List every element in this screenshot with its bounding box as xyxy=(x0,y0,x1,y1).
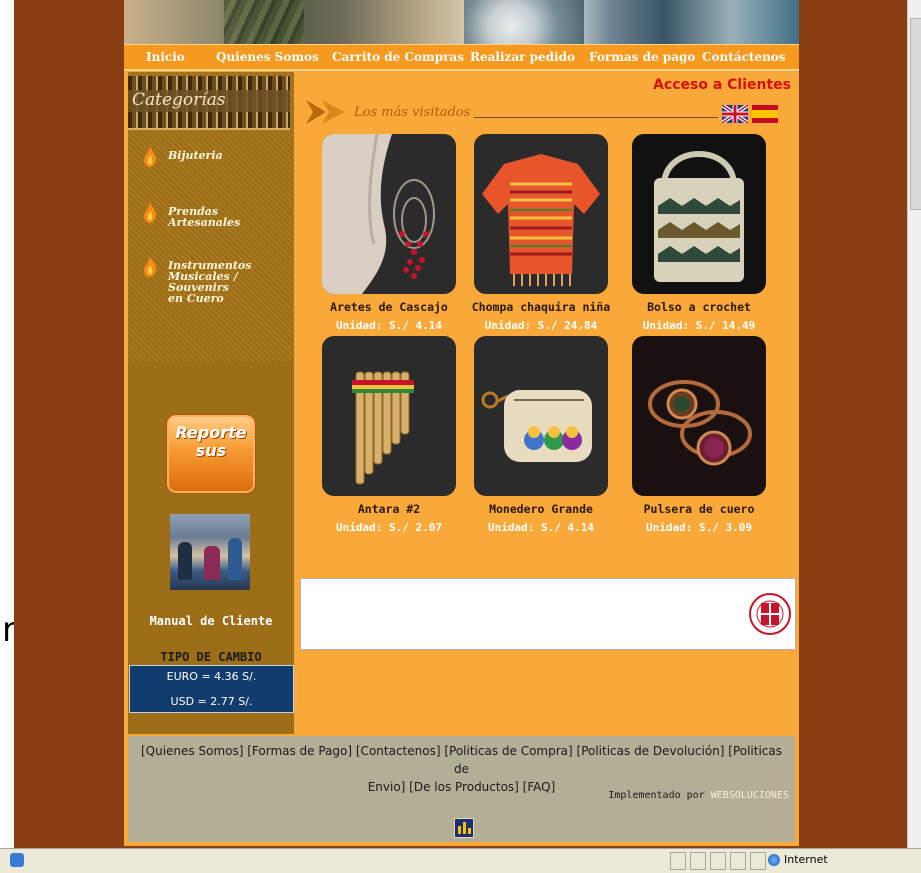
category-label-line: en Cuero xyxy=(168,292,224,305)
categories-header: Categorías xyxy=(128,76,290,130)
section-heading: Los más visitados xyxy=(304,98,724,126)
partner-banner xyxy=(300,578,796,650)
status-pane xyxy=(750,852,766,870)
euro-rate: EURO = 4.36 S/. xyxy=(166,670,257,683)
flame-icon xyxy=(144,257,157,277)
flame-icon xyxy=(144,147,157,167)
acceso-clientes-link[interactable]: Acceso a Clientes xyxy=(653,77,791,93)
product-price: Unidad: S./ 2.07 xyxy=(336,521,442,534)
nav-link-quienes-somos[interactable]: Quienes Somos xyxy=(216,50,319,64)
product-name[interactable]: Antara #2 xyxy=(312,502,466,516)
double-arrow-icon xyxy=(306,100,344,124)
product-name[interactable]: Pulsera de cuero xyxy=(622,502,776,516)
spain-flag-icon[interactable] xyxy=(752,105,778,123)
nav-link-realizar-pedido[interactable]: Realizar pedido xyxy=(470,50,575,64)
exchange-rate-title: TIPO DE CAMBIO xyxy=(160,650,262,664)
status-pane xyxy=(710,852,726,870)
product-price: Unidad: S./ 4.14 xyxy=(336,319,442,332)
product-name[interactable]: Aretes de Cascajo xyxy=(312,300,466,314)
footer: [Quienes Somos] [Formas de Pago] [Contac… xyxy=(128,736,795,842)
product-price: Unidad: S./ 4.14 xyxy=(488,521,594,534)
manual-de-cliente-link[interactable]: Manual de Cliente xyxy=(128,614,294,628)
exchange-rate-box: EURO = 4.36 S/. USD = 2.77 S/. xyxy=(129,665,294,713)
websoluciones-link[interactable]: WEBSOLUCIONES xyxy=(711,790,789,801)
product-price: Unidad: S./ 24.84 xyxy=(484,319,598,332)
section-divider xyxy=(474,117,718,118)
status-pane xyxy=(670,852,686,870)
category-label-line: Musicales / Souvenirs xyxy=(168,270,238,294)
photo-person xyxy=(178,542,192,580)
top-navigation: Inicio Quienes Somos Carrito de Compras … xyxy=(124,44,799,71)
flame-icon xyxy=(144,203,157,223)
banner-waves-image xyxy=(464,0,584,44)
earring-image[interactable] xyxy=(322,134,456,294)
footer-links-line[interactable]: [Quienes Somos] [Formas de Pago] [Contac… xyxy=(134,742,789,778)
implemented-by: Implementado por WEBSOLUCIONES xyxy=(608,790,789,801)
purse-image[interactable] xyxy=(474,336,608,496)
nav-link-inicio[interactable]: Inicio xyxy=(146,50,185,64)
status-pane xyxy=(730,852,746,870)
product-name[interactable]: Chompa chaquira niña xyxy=(464,300,618,314)
footer-links[interactable]: [Quienes Somos] [Formas de Pago] [Contac… xyxy=(134,742,789,796)
globe-icon xyxy=(768,854,780,866)
banner-ruins-image xyxy=(224,0,304,44)
uk-flag-icon[interactable] xyxy=(722,105,748,123)
categories-title: Categorías xyxy=(132,90,226,110)
peru-badge-icon[interactable] xyxy=(749,583,791,645)
reporte-label-line: Reporte xyxy=(175,423,247,442)
stats-counter-icon[interactable] xyxy=(454,818,474,838)
browser-status-bar: Internet xyxy=(0,848,921,873)
vertical-scrollbar[interactable] xyxy=(907,0,921,848)
product-name[interactable]: Monedero Grande xyxy=(464,502,618,516)
photo-person xyxy=(228,538,242,580)
nav-link-carrito[interactable]: Carrito de Compras xyxy=(332,50,464,64)
product-name[interactable]: Bolso a crochet xyxy=(622,300,776,314)
page-icon xyxy=(10,853,24,867)
main-content: Acceso a Clientes Los más visitados Aret… xyxy=(298,72,797,734)
bag-image[interactable] xyxy=(632,134,766,294)
section-title: Los más visitados xyxy=(354,105,471,120)
reporte-button[interactable]: Reporte sus xyxy=(166,414,256,494)
header-banner-image xyxy=(124,0,799,44)
customer-manual-photo[interactable] xyxy=(170,514,250,590)
panflute-image[interactable] xyxy=(322,336,456,496)
security-zone: Internet xyxy=(784,853,828,866)
sidebar: Categorías Bijuteria Prendas Artesanales… xyxy=(128,72,294,734)
category-label: Bijuteria xyxy=(168,149,223,162)
scrollbar-thumb[interactable] xyxy=(910,18,921,210)
implemented-prefix: Implementado por xyxy=(608,790,705,801)
category-label: Prendas Artesanales xyxy=(168,205,241,229)
reporte-label-line: sus xyxy=(195,441,227,460)
nav-link-formas-de-pago[interactable]: Formas de pago xyxy=(589,50,695,64)
product-price: Unidad: S./ 3.09 xyxy=(646,521,752,534)
bracelet-image[interactable] xyxy=(632,336,766,496)
product-price: Unidad: S./ 14.49 xyxy=(642,319,756,332)
sweater-image[interactable] xyxy=(474,134,608,294)
nav-link-contactenos[interactable]: Contáctenos xyxy=(702,50,786,64)
photo-person xyxy=(204,546,220,580)
category-label: Instrumentos Musicales / Souvenirs en Cu… xyxy=(168,260,288,304)
usd-rate: USD = 2.77 S/. xyxy=(170,695,253,708)
website-container: Inicio Quienes Somos Carrito de Compras … xyxy=(124,0,799,846)
status-pane xyxy=(690,852,706,870)
left-gutter xyxy=(0,0,14,848)
